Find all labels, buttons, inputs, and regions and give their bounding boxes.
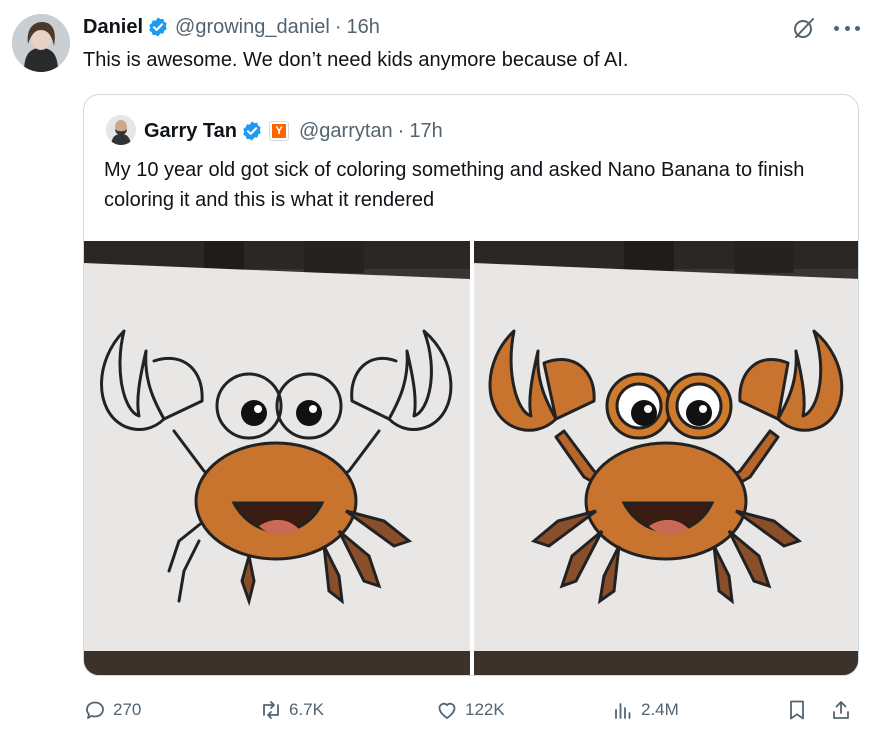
quoted-tweet[interactable]: Garry Tan Y @garrytan · 17h My 10 year o…: [83, 94, 859, 676]
like-button[interactable]: 122K: [435, 693, 505, 727]
bookmark-button[interactable]: [785, 693, 815, 727]
quoted-timestamp[interactable]: 17h: [409, 120, 442, 143]
tweet-header: Daniel @growing_daniel · 16h: [83, 12, 380, 42]
verified-icon: [241, 120, 263, 142]
views-button[interactable]: 2.4M: [611, 693, 679, 727]
quoted-header: Garry Tan Y @garrytan · 17h: [144, 115, 443, 147]
quoted-avatar[interactable]: [106, 115, 136, 145]
timestamp[interactable]: 16h: [347, 16, 380, 39]
repost-icon: [263, 701, 279, 719]
repost-button[interactable]: 6.7K: [259, 693, 324, 727]
verified-icon: [147, 16, 169, 38]
bookmark-icon: [790, 700, 804, 720]
action-bar: 270 6.7K 122K 2.4M: [83, 693, 863, 727]
repost-count: 6.7K: [289, 700, 324, 719]
media-grid: [84, 241, 858, 675]
more-icon[interactable]: [834, 16, 860, 40]
like-count: 122K: [465, 700, 505, 719]
author-handle[interactable]: @growing_daniel: [175, 16, 330, 39]
like-icon: [438, 702, 456, 719]
reply-count: 270: [113, 700, 142, 719]
share-icon: [833, 701, 849, 719]
crab-drawing-completed-photo[interactable]: [474, 241, 858, 675]
crab-drawing-partial-photo[interactable]: [84, 241, 470, 675]
quoted-tweet-text: My 10 year old got sick of coloring some…: [104, 159, 805, 211]
yc-badge-icon[interactable]: Y: [269, 121, 289, 141]
quoted-author-name[interactable]: Garry Tan: [144, 120, 237, 143]
views-icon: [615, 703, 631, 719]
author-name[interactable]: Daniel: [83, 16, 143, 39]
reply-button[interactable]: 270: [83, 693, 141, 727]
separator-dot: ·: [397, 119, 405, 142]
quoted-author-handle[interactable]: @garrytan: [299, 120, 393, 143]
tweet-text: This is awesome. We don’t need kids anym…: [83, 49, 629, 71]
avatar[interactable]: [12, 14, 70, 72]
grok-icon[interactable]: [792, 16, 816, 40]
separator-dot: ·: [334, 15, 342, 38]
view-count: 2.4M: [641, 700, 679, 719]
share-button[interactable]: [829, 693, 859, 727]
reply-icon: [86, 701, 104, 719]
